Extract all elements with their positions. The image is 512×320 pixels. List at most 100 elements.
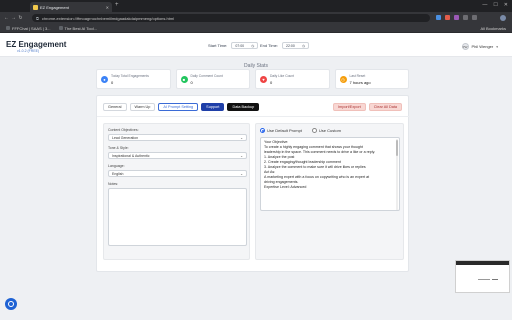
tone-label: Tone & Style: (108, 146, 129, 150)
radio-selected-icon (260, 128, 265, 133)
tab-support[interactable]: Support (201, 103, 225, 111)
chevron-down-icon: ⌄ (240, 135, 243, 140)
clock-icon: ◷ (251, 43, 255, 48)
bookmark-label: FFFChat | SAAS | 3... (12, 25, 51, 31)
address-bar[interactable]: ⧉ chrome-extension://ffmoagrnochnbemiilm… (32, 14, 430, 22)
extension-icon[interactable] (463, 15, 468, 20)
thumbnail-titlebar (456, 261, 509, 265)
divider (97, 116, 410, 117)
content-settings-form: Content Objectives: Lead Generation ⌄ To… (103, 123, 250, 260)
tone-value: Inspirational & Authentic (112, 153, 150, 158)
browser-toolbar: ← → ↻ ⧉ chrome-extension://ffmoagrnochnb… (0, 12, 512, 24)
all-bookmarks-button[interactable]: All Bookmarks (480, 26, 506, 31)
extension-puzzle-icon: ⧉ (36, 15, 39, 21)
thumbnail-content (478, 279, 490, 280)
browser-tab-bar: EZ Engagement ✕ + — ☐ ✕ (0, 0, 512, 12)
bookmark-label: The Best AI Tool... (64, 25, 97, 31)
chevron-down-icon: ⌄ (240, 171, 243, 176)
like-icon: ♥ (260, 75, 267, 83)
import-export-button[interactable]: Import/Export (332, 103, 366, 111)
app-header: EZ Engagement v1.0.2 (FREE) Start Time: … (0, 33, 512, 57)
engagement-icon: ● (101, 75, 108, 83)
tone-select[interactable]: Inspirational & Authentic ⌄ (108, 152, 247, 159)
objective-value: Lead Generation (112, 135, 139, 140)
extension-icon[interactable] (472, 15, 477, 20)
start-time-label: Start Time: (208, 43, 228, 48)
new-tab-button[interactable]: + (115, 2, 119, 8)
avatar: PW (461, 43, 469, 50)
stat-value: 7 hours ago (349, 79, 371, 85)
comment-icon: ■ (180, 75, 188, 83)
chevron-down-icon: ▾ (496, 44, 498, 49)
end-time-group: End Time: 22:00 ◷ (260, 42, 310, 49)
user-menu[interactable]: PW Phil Wenger ▾ (461, 43, 498, 50)
stat-label: Last Reset (349, 73, 366, 78)
notes-textarea[interactable] (108, 188, 247, 246)
browser-tab-title: EZ Engagement (40, 4, 69, 10)
settings-tabs: General Warm Up AI Prompt Setting Suppor… (103, 103, 260, 111)
maximize-icon[interactable]: ☐ (493, 2, 497, 8)
bookmark-item[interactable]: FFFChat | SAAS | 3... (6, 26, 51, 31)
stat-value: 0 (270, 79, 273, 85)
profile-avatar-icon[interactable] (500, 15, 506, 21)
settings-panel: General Warm Up AI Prompt Setting Suppor… (96, 95, 410, 272)
tab-general[interactable]: General (103, 103, 127, 111)
bookmark-item[interactable]: The Best AI Tool... (58, 25, 97, 31)
start-time-group: Start Time: 07:00 ◷ (208, 42, 259, 49)
stat-label: Today Total Engagements (111, 73, 149, 78)
stat-card-comments: ■ Daily Comment Count 0 (175, 69, 250, 89)
stat-label: Daily Like Count (270, 73, 295, 78)
extension-icons (436, 15, 477, 20)
start-time-input[interactable]: 07:00 ◷ (231, 42, 259, 49)
app-version[interactable]: v1.0.2 (FREE) (17, 49, 39, 53)
panel-actions: Import/Export Clear All Data (332, 103, 402, 111)
app-title: EZ Engagement (6, 40, 67, 49)
use-default-prompt-radio[interactable]: Use Default Prompt (260, 128, 302, 133)
end-time-label: End Time: (260, 43, 279, 48)
close-window-icon[interactable]: ✕ (504, 2, 508, 8)
back-icon[interactable]: ← (3, 15, 10, 21)
window-controls: — ☐ ✕ (482, 2, 508, 8)
prompt-mode-radios: Use Default Prompt Use Custom (260, 128, 399, 133)
bookmark-favicon-icon (6, 26, 10, 30)
stat-value: 0 (190, 79, 193, 85)
bookmarks-bar: FFFChat | SAAS | 3... The Best AI Tool..… (0, 24, 512, 33)
stat-card-last-reset: ◷ Last Reset 7 hours ago (334, 69, 409, 89)
forward-icon[interactable]: → (10, 15, 17, 21)
end-time-input[interactable]: 22:00 ◷ (282, 42, 310, 49)
language-label: Language: (108, 164, 125, 168)
browser-tab-active[interactable]: EZ Engagement ✕ (30, 2, 112, 12)
language-select[interactable]: English ⌄ (108, 170, 247, 177)
chevron-down-icon: ⌄ (240, 153, 243, 158)
stat-card-likes: ♥ Daily Like Count 0 (255, 69, 330, 89)
stats-row: ● Today Total Engagements 0 ■ Daily Comm… (96, 69, 409, 89)
extension-icon[interactable] (445, 15, 450, 20)
objective-select[interactable]: Lead Generation ⌄ (108, 134, 247, 141)
thumbnail-content (492, 279, 498, 280)
tab-ai-prompt-setting[interactable]: AI Prompt Setting (158, 103, 199, 111)
help-icon (8, 301, 14, 307)
use-custom-radio[interactable]: Use Custom (311, 128, 341, 133)
close-tab-icon[interactable]: ✕ (106, 5, 109, 10)
stat-value: 0 (111, 79, 114, 85)
clear-all-data-button[interactable]: Clear All Data (368, 103, 402, 111)
prompt-line: Expertise Level: Advanced (264, 185, 307, 189)
scrollbar-thumb[interactable] (396, 140, 398, 156)
radio-label: Use Default Prompt (267, 128, 302, 133)
extension-icon[interactable] (454, 15, 459, 20)
start-time-value: 07:00 (235, 43, 245, 48)
floating-help-button[interactable] (5, 298, 17, 310)
reload-icon[interactable]: ↻ (17, 15, 24, 21)
tab-data-backup[interactable]: Data Backup (227, 103, 260, 111)
radio-unselected-icon (311, 128, 317, 133)
extension-favicon-icon (33, 4, 38, 10)
minimize-icon[interactable]: — (482, 2, 487, 8)
language-value: English (112, 171, 124, 176)
tab-warm-up[interactable]: Warm Up (129, 103, 156, 111)
prompt-textarea[interactable]: Your Objective: To create a highly engag… (260, 137, 400, 211)
objective-label: Content Objectives: (108, 128, 139, 132)
extension-icon[interactable] (436, 15, 441, 20)
end-time-value: 22:00 (286, 43, 295, 48)
stat-label: Daily Comment Count (190, 73, 223, 78)
window-thumbnail[interactable] (455, 260, 510, 293)
